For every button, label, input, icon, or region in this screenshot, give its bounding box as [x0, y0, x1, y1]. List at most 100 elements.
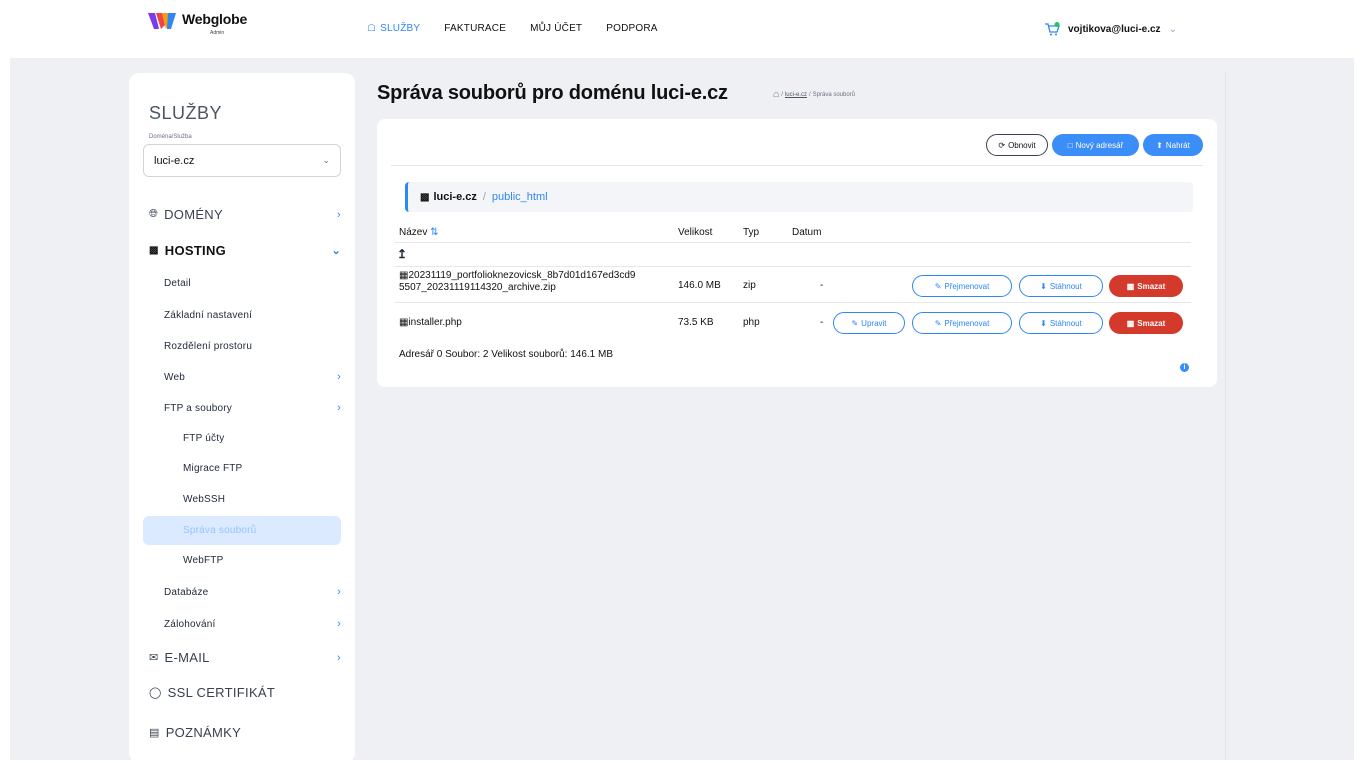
webglobe-logo-icon: [148, 13, 176, 29]
breadcrumb-link-domain[interactable]: luci-e.cz: [785, 92, 807, 98]
column-header-date[interactable]: Datum: [792, 227, 821, 238]
table-cell-date: -: [820, 280, 824, 291]
chevron-right-icon: ›: [337, 208, 341, 221]
upload-icon: ⬆: [1156, 140, 1163, 150]
divider: [391, 165, 1203, 166]
sidebar-item-databaze[interactable]: Databáze ›: [164, 586, 341, 598]
new-directory-label: Nový adresář: [1075, 140, 1124, 150]
chevron-right-icon: ›: [337, 618, 341, 630]
service-select-label: Doména/Služba: [149, 134, 192, 140]
refresh-button[interactable]: ⟳ Obnovit: [986, 134, 1048, 156]
parent-directory-link[interactable]: ↥: [397, 247, 407, 261]
sidebar-item-label: FTP a soubory: [164, 402, 233, 414]
sidebar-item-zalohovani[interactable]: Zálohování ›: [164, 618, 341, 630]
nav-item-muj-ucet[interactable]: MŮJ ÚČET: [530, 23, 582, 34]
table-row-file-name[interactable]: ▦installer.php: [399, 317, 462, 328]
rename-button[interactable]: ✎ Přejmenovat: [912, 312, 1012, 334]
page-title: Správa souborů pro doménu luci-e.cz: [377, 82, 728, 104]
sidebar-item-ftp-a-soubory[interactable]: FTP a soubory ›: [164, 402, 341, 414]
chevron-down-icon: ⌄: [322, 155, 330, 165]
nav-item-fakturace[interactable]: FAKTURACE: [444, 23, 506, 34]
path-sep: /: [482, 191, 486, 203]
sidebar-item-detail[interactable]: Detail: [164, 278, 341, 289]
sidebar-item-sprava-souboru-label: Správa souborů: [183, 525, 341, 536]
top-bar: Webglobe Admin ☖ SLUŽBY FAKTURACE MŮJ ÚČ…: [0, 0, 1364, 58]
column-header-label: Název: [399, 227, 428, 238]
nav-label: PODPORA: [606, 23, 658, 34]
breadcrumb-current: Správa souborů: [812, 92, 856, 98]
rename-button[interactable]: ✎ Přejmenovat: [912, 275, 1012, 297]
path-root-label: luci-e.cz: [433, 191, 477, 203]
brand-name: Webglobe: [182, 11, 248, 27]
column-header-size[interactable]: Velikost: [678, 227, 712, 238]
sidebar-item-migrace-ftp[interactable]: Migrace FTP: [183, 463, 341, 474]
nav-item-sluzby[interactable]: ☖ SLUŽBY: [367, 23, 420, 34]
column-header-type[interactable]: Typ: [743, 227, 759, 238]
trash-icon: ▩: [1126, 318, 1135, 328]
delete-button[interactable]: ▩ Smazat: [1109, 312, 1183, 334]
sidebar-item-email[interactable]: ✉ E-MAIL ›: [149, 650, 341, 665]
divider: [1225, 72, 1226, 760]
file-name-line: 20231119_portfolioknezovicsk_8b7d01d167e…: [408, 270, 636, 281]
divider: [395, 266, 1191, 267]
table-cell-size: 146.0 MB: [678, 280, 721, 291]
sidebar-item-label: Databáze: [164, 586, 209, 598]
edit-icon: ✎: [934, 318, 942, 328]
pencil-icon: ✎: [851, 318, 859, 328]
sidebar-item-label: Správa souborů: [183, 525, 257, 536]
sidebar-item-label: HOSTING: [164, 243, 227, 258]
table-cell-size: 73.5 KB: [678, 317, 714, 328]
info-icon[interactable]: i: [1180, 363, 1189, 372]
nav-label: FAKTURACE: [444, 23, 507, 34]
delete-button[interactable]: ▩ Smazat: [1109, 275, 1183, 297]
sidebar-item-webftp[interactable]: WebFTP: [183, 555, 341, 566]
user-menu[interactable]: vojtikova@luci-e.cz ⌄: [1044, 22, 1177, 36]
sidebar-item-hosting[interactable]: ▩ HOSTING ⌄: [149, 243, 341, 258]
file-manager-card: ⟳ Obnovit □ Nový adresář ⬆ Nahrát ▩ luci…: [377, 119, 1217, 387]
service-select[interactable]: luci-e.cz ⌄: [143, 144, 341, 177]
sidebar-item-zakladni-nastaveni[interactable]: Základní nastavení: [164, 310, 341, 321]
chevron-right-icon: ›: [337, 371, 341, 383]
home-icon: ☖: [367, 23, 377, 34]
sort-icon: ⇅: [430, 227, 439, 238]
notes-icon: ▤: [149, 727, 160, 739]
nav-item-podpora[interactable]: PODPORA: [606, 23, 657, 34]
cart-icon[interactable]: [1044, 22, 1060, 36]
sidebar-item-label: POZNÁMKY: [165, 725, 242, 740]
download-icon: ⬇: [1040, 318, 1047, 328]
sidebar-item-label: E-MAIL: [164, 650, 210, 665]
table-cell-type: zip: [743, 280, 756, 291]
new-directory-button[interactable]: □ Nový adresář: [1052, 134, 1139, 156]
sidebar-item-webssh[interactable]: WebSSH: [183, 494, 341, 505]
breadcrumb: ☖ / luci-e.cz / Správa souborů: [773, 91, 855, 99]
breadcrumb-sep: /: [781, 92, 783, 98]
divider: [395, 302, 1191, 303]
sidebar-item-web[interactable]: Web ›: [164, 371, 341, 383]
refresh-icon: ⟳: [998, 140, 1006, 150]
sidebar-item-ftp-ucty[interactable]: FTP účty: [183, 433, 341, 444]
globe-icon: 🌐︎: [149, 208, 159, 220]
download-button[interactable]: ⬇ Stáhnout: [1019, 312, 1103, 334]
rename-label: Přejmenovat: [944, 281, 990, 291]
column-header-name[interactable]: Název ⇅: [399, 227, 439, 238]
table-cell-type: php: [743, 317, 760, 328]
table-row-file-name[interactable]: ▦20231119_portfolioknezovicsk_8b7d01d167…: [399, 270, 636, 294]
refresh-label: Obnovit: [1008, 140, 1036, 150]
upload-button[interactable]: ⬆ Nahrát: [1143, 134, 1203, 156]
folder-icon: □: [1067, 140, 1073, 150]
edit-button[interactable]: ✎ Upravit: [833, 312, 905, 334]
nav-label: SLUŽBY: [380, 23, 421, 34]
path-current[interactable]: public_html: [492, 191, 548, 203]
brand-logo[interactable]: Webglobe: [148, 11, 247, 33]
sidebar-item-poznamky[interactable]: ▤ POZNÁMKY: [149, 725, 341, 740]
delete-label: Smazat: [1137, 318, 1166, 328]
divider: [395, 242, 1191, 243]
sidebar-item-ssl[interactable]: ◯ SSL CERTIFIKÁT: [149, 685, 341, 700]
sidebar-item-domeny[interactable]: 🌐︎ DOMÉNY ›: [149, 207, 341, 222]
path-root[interactable]: ▩ luci-e.cz: [420, 191, 477, 203]
download-button[interactable]: ⬇ Stáhnout: [1019, 275, 1103, 297]
sidebar-item-rozdeleni-prostoru[interactable]: Rozdělení prostoru: [164, 341, 341, 352]
file-name-line: 5507_20231119114320_archive.zip: [399, 282, 556, 293]
home-icon[interactable]: ☖: [773, 91, 779, 99]
sidebar-item-label: FTP účty: [183, 433, 225, 444]
